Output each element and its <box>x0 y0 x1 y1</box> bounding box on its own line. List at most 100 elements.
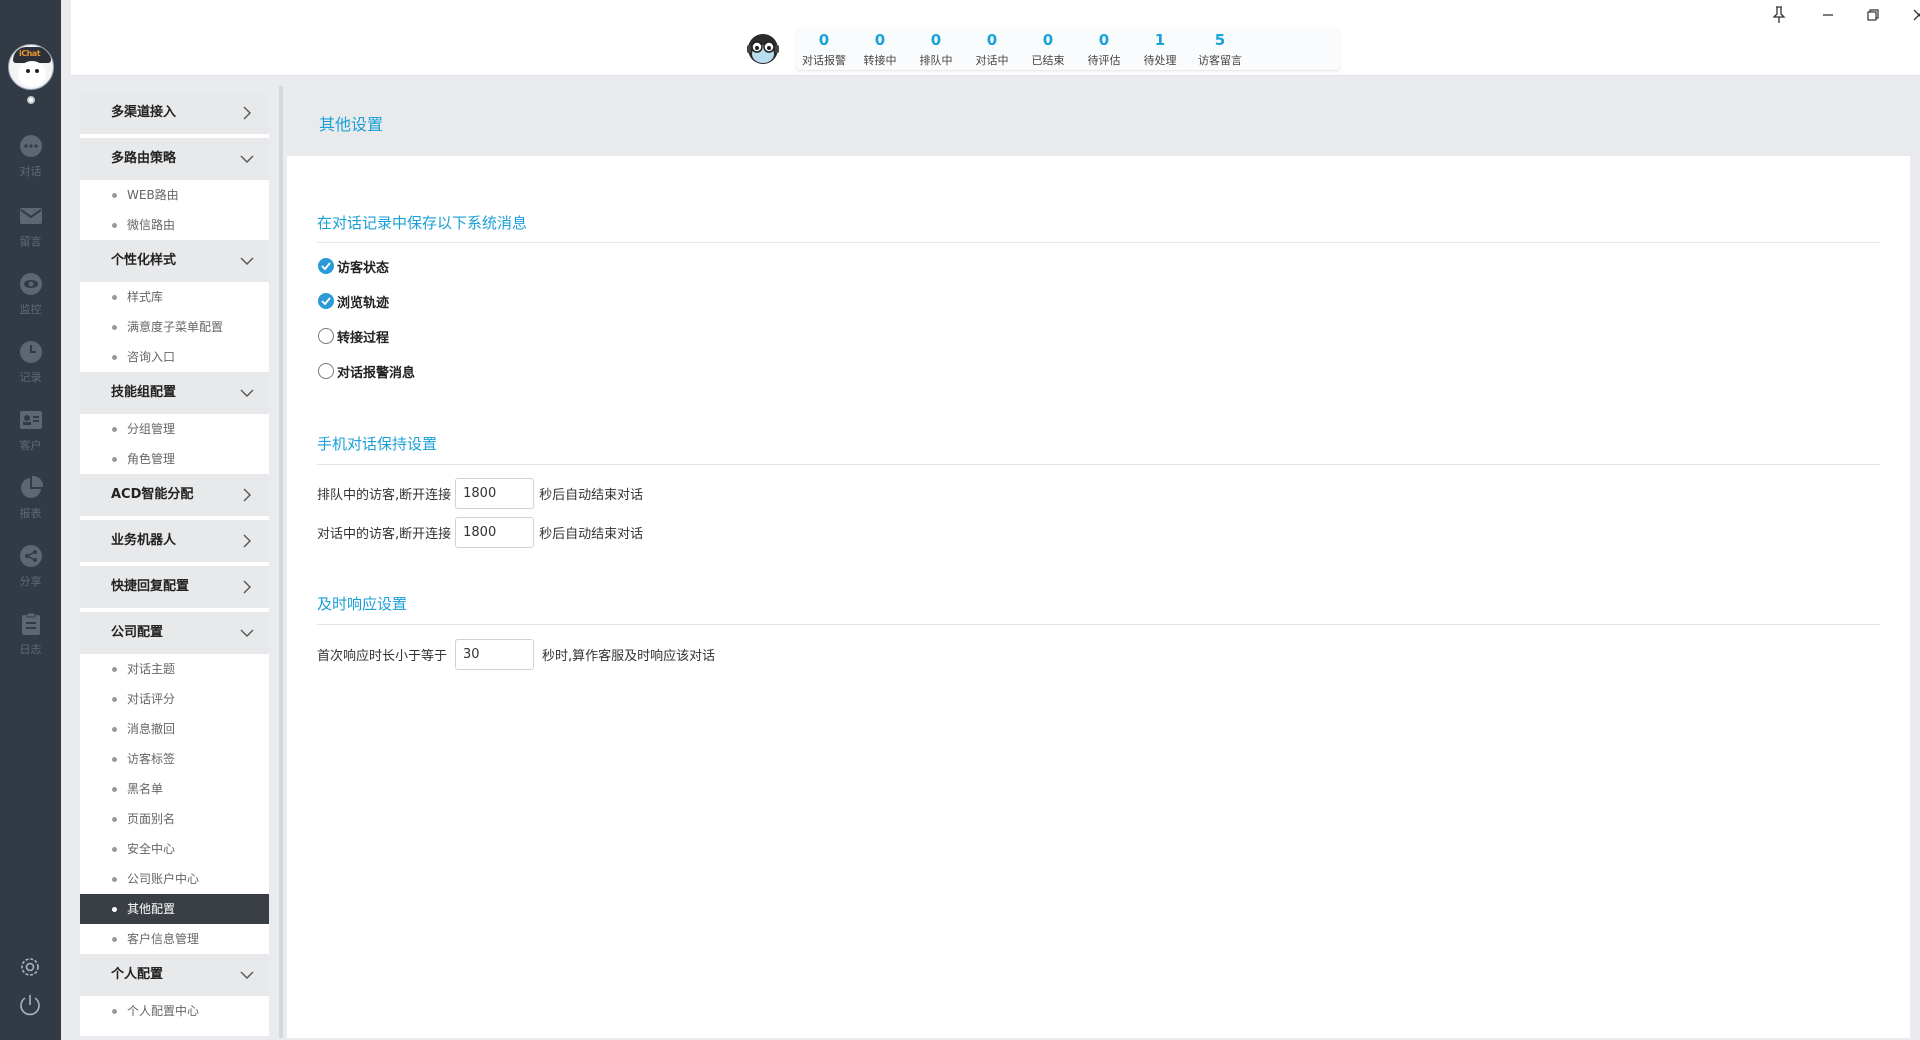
menu-group-routing[interactable]: 多路由策略 <box>80 138 269 180</box>
chevron-right-icon <box>243 488 251 502</box>
close-icon[interactable] <box>1908 4 1920 26</box>
rail-item-reports[interactable]: 报表 <box>0 476 61 532</box>
menu-group-business-robot[interactable]: 业务机器人 <box>80 520 269 562</box>
contact-card-icon <box>19 411 42 429</box>
rail-item-label: 对话 <box>19 165 42 178</box>
menu-group-acd[interactable]: ACD智能分配 <box>80 474 269 516</box>
menu-group-multichannel[interactable]: 多渠道接入 <box>80 92 269 134</box>
row-prefix: 对话中的访客,断开连接 <box>317 526 452 542</box>
stat-queuing[interactable]: 0 排队中 <box>908 28 964 70</box>
panel-header: 其他设置 <box>287 86 1910 156</box>
chevron-down-icon <box>240 389 254 397</box>
rail-item-chat[interactable]: 对话 <box>0 134 61 190</box>
power-icon[interactable] <box>18 993 42 1017</box>
pin-icon[interactable] <box>1768 4 1790 26</box>
divider <box>317 242 1880 243</box>
menu-group-quick-reply[interactable]: 快捷回复配置 <box>80 566 269 608</box>
stat-ended[interactable]: 0 已结束 <box>1020 28 1076 70</box>
menu-item-wechat-routing[interactable]: 微信路由 <box>80 210 269 240</box>
menu-item-satisfaction-submenu[interactable]: 满意度子菜单配置 <box>80 312 269 342</box>
option-chat-alarm-message[interactable]: 对话报警消息 <box>318 361 415 381</box>
stat-in-chat[interactable]: 0 对话中 <box>964 28 1020 70</box>
rail-item-records[interactable]: 记录 <box>0 340 61 396</box>
menu-group-styles[interactable]: 个性化样式 <box>80 240 269 282</box>
menu-group-company[interactable]: 公司配置 <box>80 612 269 654</box>
stat-pending-evaluation[interactable]: 0 待评估 <box>1076 28 1132 70</box>
rail-item-customers[interactable]: 客户 <box>0 408 61 464</box>
menu-item-chat-rating[interactable]: 对话评分 <box>80 684 269 714</box>
restore-window-icon[interactable] <box>1862 4 1884 26</box>
menu-item-style-library[interactable]: 样式库 <box>80 282 269 312</box>
option-visitor-status[interactable]: 访客状态 <box>318 256 389 276</box>
rail-item-label: 客户 <box>19 439 42 452</box>
menu-group-label: 业务机器人 <box>111 533 177 548</box>
menu-item-role-management[interactable]: 角色管理 <box>80 444 269 474</box>
stat-visitor-messages[interactable]: 5 访客留言 <box>1188 28 1252 70</box>
minimize-icon[interactable] <box>1817 4 1839 26</box>
section-title-system-messages: 在对话记录中保存以下系统消息 <box>317 214 528 232</box>
chat-bubble-icon <box>19 135 42 157</box>
stat-value: 1 <box>1154 31 1166 49</box>
menu-item-web-routing[interactable]: WEB路由 <box>80 180 269 210</box>
menu-group-label: 技能组配置 <box>111 385 177 400</box>
row-prefix: 排队中的访客,断开连接 <box>317 487 452 503</box>
divider <box>317 464 1880 465</box>
stat-chat-alarm[interactable]: 0 对话报警 <box>796 28 852 70</box>
menu-item-company-account[interactable]: 公司账户中心 <box>80 864 269 894</box>
option-label: 访客状态 <box>337 260 390 276</box>
menu-group-label: ACD智能分配 <box>111 487 194 502</box>
option-label: 转接过程 <box>337 330 390 346</box>
settings-panel: 其他设置 在对话记录中保存以下系统消息 访客状态 浏览轨迹 转接过程 对话报警消… <box>287 86 1910 1038</box>
first-response-row: 首次响应时长小于等于 秒时,算作客服及时响应该对话 <box>317 638 715 670</box>
checked-circle-icon <box>318 258 334 274</box>
queue-timeout-input[interactable] <box>455 477 535 509</box>
menu-item-consult-entry[interactable]: 咨询入口 <box>80 342 269 372</box>
option-transfer-process[interactable]: 转接过程 <box>318 326 389 346</box>
menu-item-visitor-tags[interactable]: 访客标签 <box>80 744 269 774</box>
avatar[interactable]: iChat <box>8 44 54 90</box>
chat-timeout-input[interactable] <box>455 516 535 548</box>
menu-item-other-settings[interactable]: 其他配置 <box>80 894 269 924</box>
online-status-indicator[interactable] <box>27 96 35 104</box>
stat-value: 0 <box>818 31 830 49</box>
menu-item-group-management[interactable]: 分组管理 <box>80 414 269 444</box>
stat-label: 转接中 <box>863 54 897 67</box>
rail-item-share[interactable]: 分享 <box>0 544 61 600</box>
menu-item-customer-info[interactable]: 客户信息管理 <box>80 924 269 954</box>
menu-item-chat-topic[interactable]: 对话主题 <box>80 654 269 684</box>
rail-item-logs[interactable]: 日志 <box>0 612 61 668</box>
section-title-timely-response: 及时响应设置 <box>317 595 408 613</box>
menu-item-message-recall[interactable]: 消息撤回 <box>80 714 269 744</box>
menu-scrollbar[interactable] <box>279 86 283 1038</box>
stat-value: 0 <box>1098 31 1110 49</box>
menu-group-skill-groups[interactable]: 技能组配置 <box>80 372 269 414</box>
stat-pending-processing[interactable]: 1 待处理 <box>1132 28 1188 70</box>
stat-value: 5 <box>1214 31 1226 49</box>
option-label: 浏览轨迹 <box>337 295 390 311</box>
row-suffix: 秒时,算作客服及时响应该对话 <box>542 648 716 664</box>
stat-label: 已结束 <box>1031 54 1065 67</box>
menu-item-personal-center[interactable]: 个人配置中心 <box>80 996 269 1026</box>
menu-item-security-center[interactable]: 安全中心 <box>80 834 269 864</box>
section-title-mobile-keepalive: 手机对话保持设置 <box>317 435 438 453</box>
row-prefix: 首次响应时长小于等于 <box>317 648 448 664</box>
gear-icon[interactable] <box>18 955 42 979</box>
chat-disconnect-row: 对话中的访客,断开连接 秒后自动结束对话 <box>317 516 643 548</box>
chevron-right-icon <box>243 534 251 548</box>
option-browse-trail[interactable]: 浏览轨迹 <box>318 291 389 311</box>
stat-label: 对话中 <box>975 54 1009 67</box>
chevron-down-icon <box>240 971 254 979</box>
rail-item-monitor[interactable]: 监控 <box>0 272 61 328</box>
queue-stats-bar: 0 对话报警 0 转接中 0 排队中 0 对话中 0 已结束 0 待评估 1 待处理 5 访客留… <box>796 28 1340 70</box>
stat-label: 对话报警 <box>802 54 846 67</box>
first-response-input[interactable] <box>455 638 535 670</box>
menu-item-page-alias[interactable]: 页面别名 <box>80 804 269 834</box>
mail-icon <box>19 208 42 224</box>
chevron-right-icon <box>243 106 251 120</box>
stat-transferring[interactable]: 0 转接中 <box>852 28 908 70</box>
menu-group-personal[interactable]: 个人配置 <box>80 954 269 996</box>
rail-item-label: 报表 <box>19 507 42 520</box>
menu-item-blacklist[interactable]: 黑名单 <box>80 774 269 804</box>
menu-group-label: 公司配置 <box>111 625 164 640</box>
rail-item-message[interactable]: 留言 <box>0 204 61 260</box>
